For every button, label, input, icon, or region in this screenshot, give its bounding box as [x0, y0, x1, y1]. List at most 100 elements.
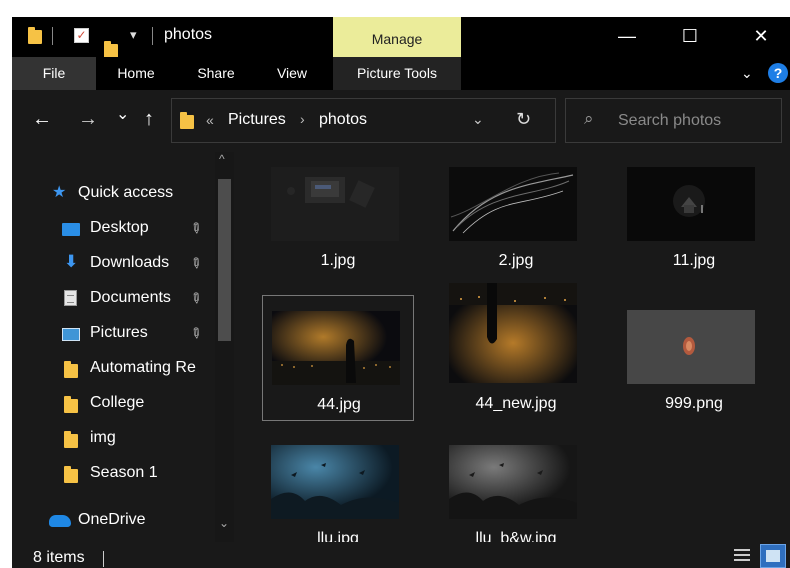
file-tile-2-jpg[interactable]: 2.jpg [440, 152, 592, 278]
help-icon[interactable]: ? [768, 63, 788, 83]
desktop-icon [62, 223, 80, 236]
thumbnail [627, 310, 755, 384]
customize-qat-icon[interactable]: ▾ [130, 27, 137, 47]
sidebar-item-desktop[interactable]: Desktop ✎ [12, 214, 212, 244]
thumbnail [271, 445, 399, 519]
file-name: 44.jpg [317, 396, 361, 413]
window-title: photos [164, 26, 213, 43]
pictures-icon [62, 328, 80, 341]
tab-picture-tools[interactable]: Picture Tools [333, 57, 461, 90]
pin-icon: ✎ [186, 253, 206, 274]
tab-manage[interactable]: Manage [333, 17, 461, 57]
pin-icon: ✎ [186, 218, 206, 239]
forward-button[interactable]: → [78, 108, 98, 130]
folder-icon [180, 112, 194, 129]
sidebar-item-label: Season 1 [90, 464, 158, 481]
sidebar-item-label: img [90, 429, 116, 446]
expand-ribbon-icon[interactable]: ⌄ [741, 65, 753, 82]
sidebar-item-label: Pictures [90, 324, 148, 341]
sidebar-item-onedrive[interactable]: OneDrive [12, 506, 212, 536]
thumbnail [272, 311, 400, 385]
search-icon: ⌕ [584, 109, 594, 128]
title-bar: ✓ ▾ photos Manage — ☐ ✕ [12, 17, 790, 58]
divider [152, 27, 153, 45]
file-tile-1-jpg[interactable]: 1.jpg [262, 152, 414, 278]
refresh-icon[interactable]: ↻ [516, 109, 531, 130]
breadcrumb-photos[interactable]: photos [319, 111, 367, 129]
file-tile-llu-jpg[interactable]: llu.jpg [262, 430, 414, 556]
search-box[interactable]: ⌕ [565, 98, 782, 143]
tab-view[interactable]: View [262, 57, 322, 90]
minimize-button[interactable]: — [602, 17, 652, 57]
sidebar-scrollbar[interactable]: ^ ⌄ [215, 152, 234, 542]
scrollbar-thumb[interactable] [218, 179, 231, 341]
address-dropdown-icon[interactable]: ⌄ [472, 111, 484, 128]
sidebar-item-automating[interactable]: Automating Re [12, 354, 212, 384]
sidebar-item-label: OneDrive [78, 511, 146, 528]
file-name: 2.jpg [498, 252, 534, 269]
sidebar-item-college[interactable]: College [12, 389, 212, 419]
breadcrumb-pictures[interactable]: Pictures [228, 111, 286, 129]
file-tile-llu-bw-jpg[interactable]: llu_b&w.jpg [440, 430, 592, 556]
up-button[interactable]: ↑ [144, 108, 154, 130]
breadcrumb-overflow[interactable]: « [206, 112, 214, 128]
thumbnail [627, 167, 755, 241]
folder-icon [64, 361, 78, 378]
thumbnail-image [449, 283, 577, 383]
file-name: 11.jpg [672, 252, 716, 269]
thumbnail [449, 445, 577, 519]
properties-icon[interactable]: ✓ [74, 28, 89, 43]
sidebar-item-season-1[interactable]: Season 1 [12, 459, 212, 489]
sidebar-item-documents[interactable]: Documents ✎ [12, 284, 212, 314]
file-name: 999.png [665, 395, 723, 412]
sidebar-item-label: College [90, 394, 145, 411]
star-icon: ★ [52, 184, 67, 201]
sidebar-item-quick-access[interactable]: ★ Quick access [12, 179, 212, 209]
sidebar-item-img[interactable]: img [12, 424, 212, 454]
file-explorer-window: ✓ ▾ photos Manage — ☐ ✕ File Home Share … [12, 17, 790, 568]
breadcrumb-separator[interactable]: › [300, 111, 305, 127]
pin-icon: ✎ [186, 288, 206, 309]
thumbnail-image [627, 310, 755, 384]
folder-icon [64, 431, 78, 448]
tab-share[interactable]: Share [184, 57, 248, 90]
address-bar[interactable]: « Pictures › photos ⌄ ↻ [171, 98, 556, 143]
back-button[interactable]: ← [32, 108, 52, 130]
large-icons-view-icon[interactable] [760, 544, 786, 568]
thumbnail [449, 167, 577, 241]
details-view-icon[interactable] [734, 548, 750, 564]
file-tile-11-jpg[interactable]: 11.jpg [618, 152, 770, 278]
sidebar-item-label: Documents [90, 289, 171, 306]
thumbnail-image [449, 167, 577, 241]
sidebar-item-label: Quick access [78, 184, 174, 201]
status-bar: 8 items [12, 542, 790, 568]
tab-home[interactable]: Home [104, 57, 168, 90]
thumbnail-image [449, 445, 577, 519]
navigation-bar: ← → ⌄ ↑ « Pictures › photos ⌄ ↻ ⌕ [12, 90, 790, 152]
tab-file[interactable]: File [12, 57, 96, 90]
sidebar-item-label: Automating Re [90, 359, 196, 376]
search-input[interactable] [618, 110, 773, 132]
file-tile-44-new-jpg[interactable]: 44_new.jpg [440, 283, 592, 421]
scroll-up-icon[interactable]: ^ [219, 152, 225, 166]
file-tile-44-jpg[interactable]: 44.jpg [262, 295, 414, 421]
sidebar-item-label: Desktop [90, 219, 149, 236]
file-tile-999-png[interactable]: 999.png [618, 295, 770, 421]
sidebar-item-downloads[interactable]: ⬇ Downloads ✎ [12, 249, 212, 279]
file-name: 1.jpg [320, 252, 356, 269]
item-count: 8 items [33, 549, 85, 566]
thumbnail-image [272, 311, 400, 385]
new-folder-icon[interactable] [104, 41, 118, 58]
file-name: 44_new.jpg [475, 395, 557, 412]
sidebar-item-pictures[interactable]: Pictures ✎ [12, 319, 212, 349]
navigation-pane: ★ Quick access Desktop ✎ ⬇ Downloads ✎ D… [12, 152, 234, 542]
close-button[interactable]: ✕ [736, 17, 786, 57]
thumbnail [449, 283, 577, 383]
scroll-down-icon[interactable]: ⌄ [219, 516, 229, 530]
pin-icon: ✎ [186, 323, 206, 344]
folder-icon [28, 27, 42, 44]
maximize-button[interactable]: ☐ [665, 17, 715, 57]
document-icon [64, 290, 77, 306]
cloud-icon [49, 515, 71, 527]
recent-locations-button[interactable]: ⌄ [116, 104, 129, 126]
